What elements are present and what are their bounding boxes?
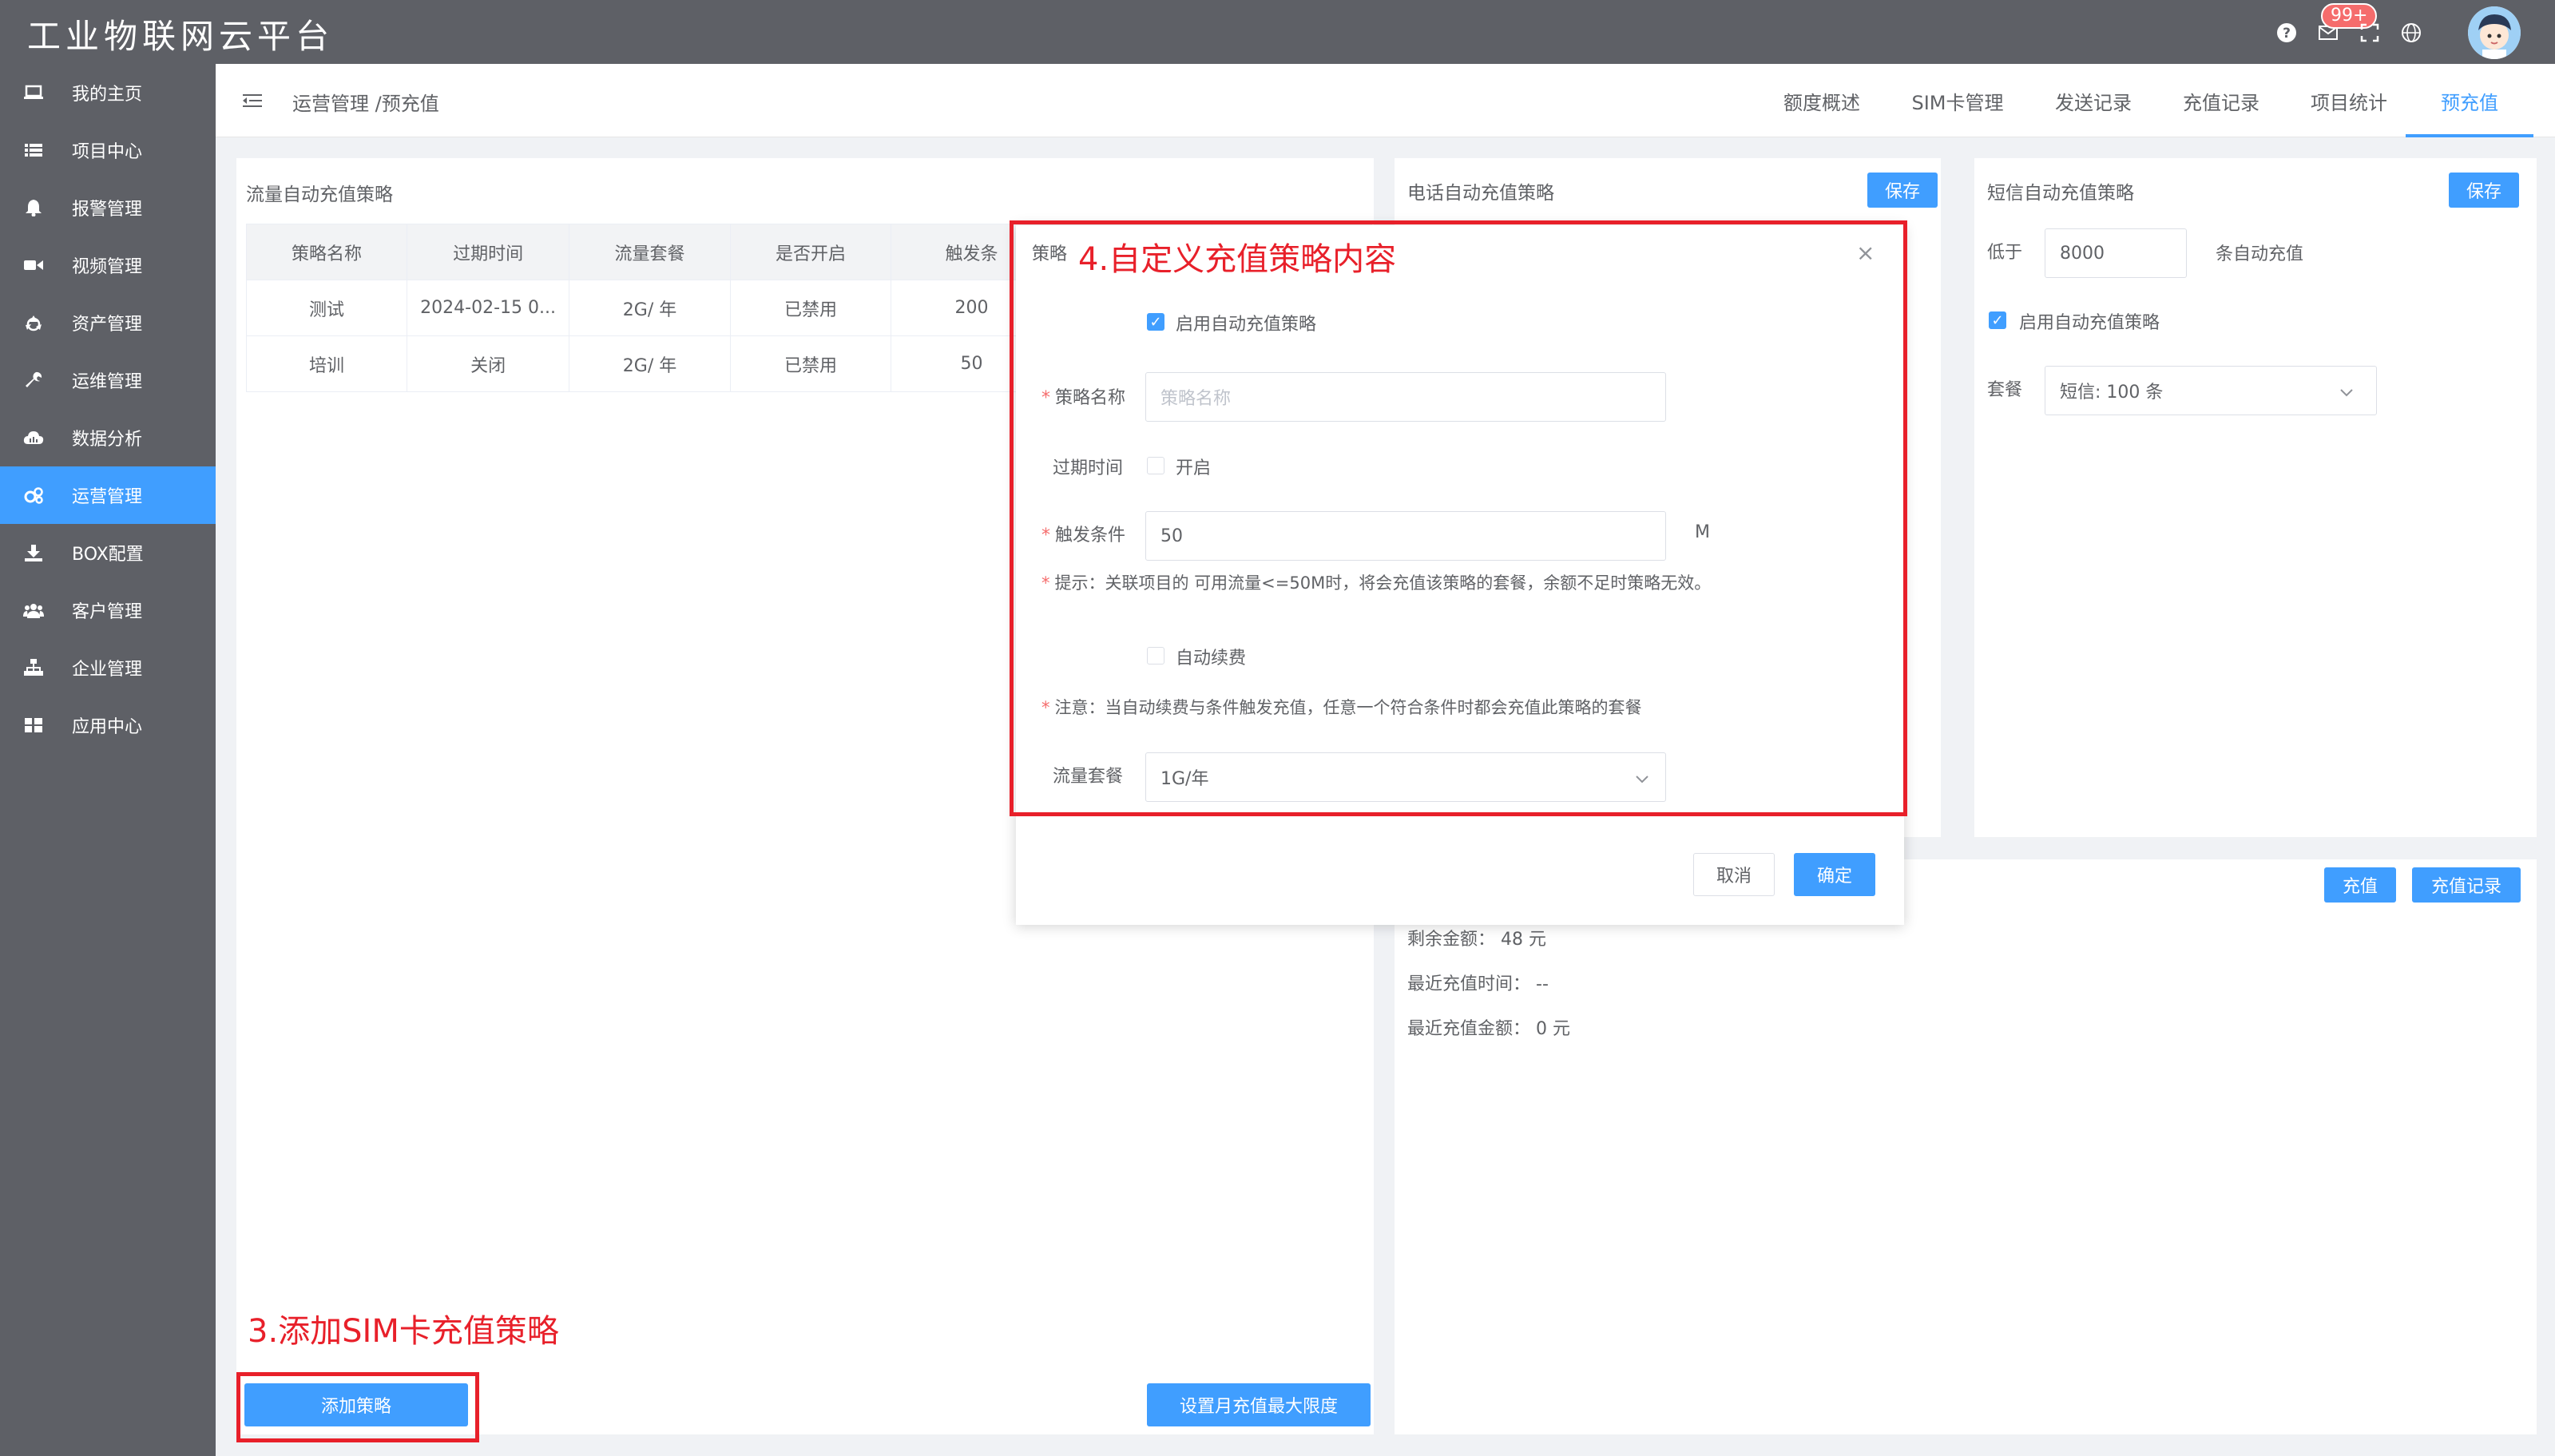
sidebar-item-label: 我的主页 xyxy=(72,85,143,105)
globe-icon[interactable] xyxy=(2399,21,2423,45)
monthly-limit-button[interactable]: 设置月充值最大限度 xyxy=(1147,1383,1371,1426)
grid-icon xyxy=(22,717,45,733)
list-icon xyxy=(22,142,45,158)
recharge-records-button[interactable]: 充值记录 xyxy=(2412,867,2521,903)
tab-recharge-records[interactable]: 充值记录 xyxy=(2164,64,2278,137)
bell-icon xyxy=(22,199,45,216)
sms-save-button[interactable]: 保存 xyxy=(2449,173,2519,208)
wrench-icon xyxy=(22,371,45,389)
svg-text:?: ? xyxy=(2283,26,2291,42)
sms-below-suffix: 条自动充值 xyxy=(2216,244,2304,264)
sidebar-item-home[interactable]: 我的主页 xyxy=(0,64,216,121)
column-header: 过期时间 xyxy=(407,224,570,280)
table-cell: 培训 xyxy=(245,335,408,392)
table-cell: 已禁用 xyxy=(729,280,891,336)
column-header: 流量套餐 xyxy=(569,224,731,280)
sidebar-item-projects[interactable]: 项目中心 xyxy=(0,121,216,179)
table-cell: 测试 xyxy=(245,280,408,336)
sms-enable-label: 启用自动充值策略 xyxy=(2019,313,2160,333)
remaining-value: 48 元 xyxy=(1501,930,1547,950)
sidebar-item-enterprise[interactable]: 企业管理 xyxy=(0,639,216,696)
cogs-icon xyxy=(22,486,45,504)
confirm-button[interactable]: 确定 xyxy=(1794,853,1875,896)
annotation-step3: 3.添加SIM卡充值策略 xyxy=(248,1313,559,1350)
sidebar-item-video[interactable]: 视频管理 xyxy=(0,236,216,294)
chevron-down-icon xyxy=(2339,383,2354,403)
sidebar-item-operations[interactable]: 运营管理 xyxy=(0,466,216,524)
video-icon xyxy=(22,258,45,272)
table-cell: 2G/ 年 xyxy=(569,280,731,336)
last-amount-label: 最近充值金额： xyxy=(1407,1019,1531,1039)
users-icon xyxy=(22,602,45,618)
table-cell: 关闭 xyxy=(407,335,570,392)
sidebar-item-apps[interactable]: 应用中心 xyxy=(0,696,216,754)
sms-threshold-input[interactable]: 8000 xyxy=(2045,228,2187,278)
sms-panel-title: 短信自动充值策略 xyxy=(1987,183,2134,204)
sidebar-item-label: 报警管理 xyxy=(72,200,143,220)
last-amount-value: 0 元 xyxy=(1536,1019,1571,1039)
sidebar-item-label: 资产管理 xyxy=(72,315,143,335)
download-icon xyxy=(22,544,45,561)
sms-enable-checkbox[interactable]: ✓ xyxy=(1989,311,2006,329)
phone-save-button[interactable]: 保存 xyxy=(1867,173,1938,208)
sidebar-item-box-config[interactable]: BOX配置 xyxy=(0,524,216,581)
annotation-box-add xyxy=(236,1372,479,1442)
sidebar-item-label: BOX配置 xyxy=(72,545,144,565)
table-cell: 已禁用 xyxy=(729,335,891,392)
sms-package-label: 套餐 xyxy=(1987,380,2023,400)
tab-project-stats[interactable]: 项目统计 xyxy=(2292,64,2406,137)
sidebar-item-label: 应用中心 xyxy=(72,717,143,737)
recycle-icon xyxy=(22,314,45,331)
sms-below-label: 低于 xyxy=(1987,243,2023,263)
sidebar-item-label: 数据分析 xyxy=(72,430,143,450)
sidebar-item-label: 运营管理 xyxy=(72,487,143,507)
sidebar-item-analytics[interactable]: 数据分析 xyxy=(0,409,216,466)
sidebar-item-maintenance[interactable]: 运维管理 xyxy=(0,351,216,409)
monitor-icon xyxy=(22,85,45,101)
menu-fold-icon[interactable] xyxy=(243,91,262,113)
annotation-box-dialog xyxy=(1010,220,1907,816)
sidebar-item-label: 运维管理 xyxy=(72,372,143,392)
last-time-label: 最近充值时间： xyxy=(1407,974,1531,994)
phone-panel-title: 电话自动充值策略 xyxy=(1407,183,1554,204)
sub-header: 运营管理 /预充值 额度概述 SIM卡管理 发送记录 充值记录 项目统计 预充值 xyxy=(216,64,2555,137)
sidebar-item-label: 项目中心 xyxy=(72,142,143,162)
sidebar-item-alarms[interactable]: 报警管理 xyxy=(0,179,216,236)
sms-package-value: 短信: 100 条 xyxy=(2060,383,2164,403)
sidebar-item-label: 视频管理 xyxy=(72,257,143,277)
cancel-button[interactable]: 取消 xyxy=(1693,853,1775,896)
tab-sim-management[interactable]: SIM卡管理 xyxy=(1893,64,2022,137)
sitemap-icon xyxy=(22,659,45,676)
column-header: 策略名称 xyxy=(245,224,408,280)
flow-panel-title: 流量自动充值策略 xyxy=(246,184,393,205)
breadcrumb: 运营管理 /预充值 xyxy=(292,93,439,115)
tab-quota-overview[interactable]: 额度概述 xyxy=(1765,64,1879,137)
annotation-step4: 4.自定义充值策略内容 xyxy=(1078,241,1397,278)
help-icon[interactable]: ? xyxy=(2275,21,2299,45)
tab-send-records[interactable]: 发送记录 xyxy=(2037,64,2150,137)
remaining-amount: 剩余金额： 48 元 xyxy=(1407,925,1546,950)
sidebar-item-label: 企业管理 xyxy=(72,660,143,680)
recharge-button[interactable]: 充值 xyxy=(2324,867,2396,903)
sidebar: 我的主页 项目中心 报警管理 视频管理 资产管理 运维管理 数据分析 运营管理 … xyxy=(0,64,216,1456)
cloud-chart-icon xyxy=(22,430,45,446)
last-recharge-amount: 最近充值金额： 0 元 xyxy=(1407,1014,1570,1040)
app-title: 工业物联网云平台 xyxy=(27,17,335,56)
balance-panel xyxy=(1395,859,2537,1434)
sms-package-select[interactable]: 短信: 100 条 xyxy=(2045,366,2377,415)
avatar[interactable] xyxy=(2468,6,2521,59)
sidebar-item-label: 客户管理 xyxy=(72,602,143,622)
table-cell: 2024-02-15 0... xyxy=(407,280,570,336)
fullscreen-icon[interactable] xyxy=(2358,21,2382,45)
last-recharge-time: 最近充值时间： -- xyxy=(1407,970,1549,995)
column-header: 是否开启 xyxy=(729,224,891,280)
tab-prepaid[interactable]: 预充值 xyxy=(2406,64,2533,137)
sidebar-item-customers[interactable]: 客户管理 xyxy=(0,581,216,639)
sidebar-item-assets[interactable]: 资产管理 xyxy=(0,294,216,351)
table-cell: 2G/ 年 xyxy=(569,335,731,392)
last-time-value: -- xyxy=(1536,974,1549,994)
top-bar: 工业物联网云平台 ? 99+ xyxy=(0,0,2555,64)
remaining-label: 剩余金额： xyxy=(1407,930,1496,950)
